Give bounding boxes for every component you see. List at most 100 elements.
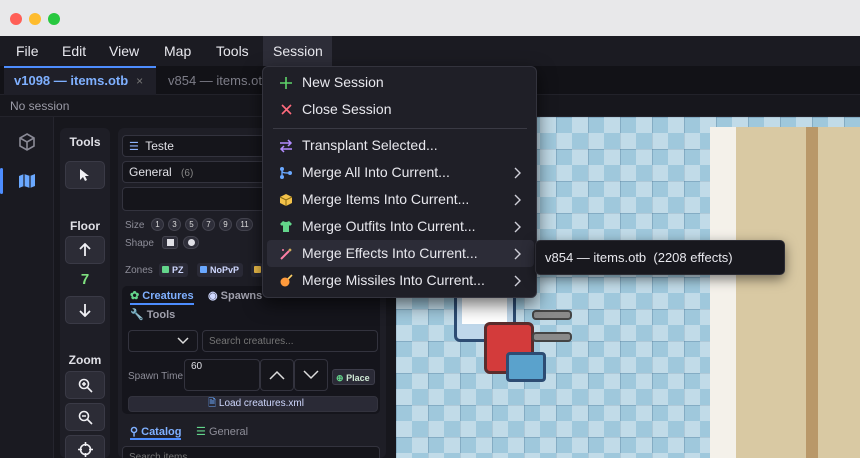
radio-icon: ◉	[208, 290, 218, 302]
size-3[interactable]: 3	[168, 218, 181, 231]
pointer-tool-button[interactable]	[65, 161, 105, 189]
search-creatures-input[interactable]	[202, 330, 378, 352]
size-1[interactable]: 1	[151, 218, 164, 231]
chevron-right-icon	[514, 267, 528, 294]
center-view-button[interactable]	[65, 435, 105, 458]
floor-down-button[interactable]	[65, 296, 105, 324]
floor-up-button[interactable]	[65, 236, 105, 264]
arrow-down-icon	[79, 304, 91, 317]
maximize-window-button[interactable]	[48, 13, 60, 25]
menu-merge-missiles[interactable]: Merge Missiles Into Current...	[267, 267, 534, 294]
magic-wand-icon	[277, 240, 295, 267]
menu-merge-all-label: Merge All Into Current...	[302, 164, 450, 180]
tab-tools-label: Tools	[146, 309, 176, 321]
file-icon: 🗎	[208, 398, 217, 409]
menu-new-session[interactable]: New Session	[267, 69, 534, 96]
palette-select-value: Teste	[145, 139, 174, 153]
tab-catalog-label: Catalog	[141, 426, 182, 438]
spawn-time-increment[interactable]	[260, 359, 294, 391]
arrow-up-icon	[79, 243, 91, 256]
zoom-out-button[interactable]	[65, 403, 105, 431]
search-items-input[interactable]	[122, 446, 380, 458]
tab-catalog[interactable]: ⚲ Catalog	[130, 425, 182, 440]
close-window-button[interactable]	[10, 13, 22, 25]
tab-creatures[interactable]: ✿ Creatures	[130, 289, 194, 305]
menu-close-session[interactable]: Close Session	[267, 96, 534, 123]
menu-transplant-label: Transplant Selected...	[302, 137, 438, 153]
creatures-subpanel: ✿ Creatures ◉ Spawns 🔧 Tools Spawn Time …	[122, 286, 380, 414]
cursor-icon	[80, 169, 89, 181]
tab-general-label: General	[208, 426, 249, 438]
app-window: File Edit View Map Tools Session v1098 —…	[0, 0, 860, 458]
spawn-time-value: 60	[191, 361, 203, 372]
tools-column: Tools Floor 7 Zoom	[60, 128, 110, 458]
menu-merge-outfits[interactable]: Merge Outfits Into Current...	[267, 213, 534, 240]
size-11[interactable]: 11	[236, 218, 253, 231]
menu-file[interactable]: File	[6, 36, 49, 66]
size-9[interactable]: 9	[219, 218, 232, 231]
size-5[interactable]: 5	[185, 218, 198, 231]
tab-general[interactable]: ☰ General	[196, 425, 248, 438]
tab-v1098[interactable]: v1098 — items.otb ×	[4, 66, 156, 95]
close-icon	[277, 96, 295, 123]
menu-session[interactable]: Session	[263, 36, 332, 66]
menu-close-session-label: Close Session	[302, 101, 392, 117]
merge-icon	[277, 159, 295, 186]
tab-tools[interactable]: 🔧 Tools	[130, 308, 175, 321]
tab-spawns[interactable]: ◉ Spawns	[208, 289, 262, 302]
menu-merge-effects[interactable]: Merge Effects Into Current...	[267, 240, 534, 267]
zone-nopvp-label: NoPvP	[210, 265, 240, 275]
map-icon[interactable]	[0, 166, 42, 196]
close-tab-icon[interactable]: ×	[136, 74, 143, 88]
minimize-window-button[interactable]	[29, 13, 41, 25]
chevron-right-icon	[514, 159, 528, 186]
plus-icon	[277, 69, 295, 96]
size-7[interactable]: 7	[202, 218, 215, 231]
load-creatures-button[interactable]: 🗎 Load creatures.xml	[128, 396, 378, 412]
tab-creatures-label: Creatures	[142, 290, 194, 302]
tab-v854[interactable]: v854 — items.otb	[158, 66, 268, 95]
floor-wood-area	[818, 127, 860, 458]
box-icon	[277, 186, 295, 213]
spawn-time-label: Spawn Time	[128, 371, 184, 382]
menu-view[interactable]: View	[99, 36, 149, 66]
zone-nopvp-button[interactable]: NoPvP	[197, 263, 244, 277]
cube-icon[interactable]	[12, 127, 42, 157]
zone-pz-label: PZ	[172, 265, 184, 275]
zone-pz-button[interactable]: PZ	[159, 263, 188, 277]
shape-circle-button[interactable]	[183, 236, 199, 249]
menu-tools[interactable]: Tools	[206, 36, 259, 66]
wall-tile	[806, 127, 818, 458]
merge-effects-submenu-item[interactable]: v854 — items.otb (2208 effects)	[535, 240, 785, 275]
tab-spawns-label: Spawns	[220, 290, 263, 302]
zones-label: Zones	[125, 265, 153, 276]
shape-square-button[interactable]	[162, 236, 178, 249]
menu-merge-effects-label: Merge Effects Into Current...	[302, 245, 478, 261]
menu-edit[interactable]: Edit	[52, 36, 96, 66]
category-select-value: General	[129, 165, 172, 179]
tab-label: v1098 — items.otb	[14, 73, 129, 88]
wall-tile	[710, 127, 736, 458]
wrench-icon: 🔧	[130, 309, 144, 321]
chevron-right-icon	[514, 240, 528, 267]
creature-type-select[interactable]	[128, 330, 198, 352]
place-button-label: Place	[346, 373, 370, 383]
zoom-in-icon	[78, 378, 93, 393]
title-bar	[0, 0, 860, 36]
tab-label: v854 — items.otb	[168, 73, 268, 88]
place-button[interactable]: ⊕ Place	[332, 369, 375, 385]
merge-effects-source-label: v854 — items.otb (2208 effects)	[545, 250, 733, 265]
zoom-in-button[interactable]	[65, 371, 105, 399]
menu-transplant-selected[interactable]: Transplant Selected...	[267, 132, 534, 159]
menu-merge-items[interactable]: Merge Items Into Current...	[267, 186, 534, 213]
tools-title: Tools	[69, 135, 101, 149]
chevron-right-icon	[514, 213, 528, 240]
floor-value: 7	[80, 271, 90, 288]
zoom-out-icon	[78, 410, 93, 425]
spawn-time-decrement[interactable]	[294, 359, 328, 391]
menu-map[interactable]: Map	[154, 36, 201, 66]
spawn-time-input[interactable]: 60	[184, 359, 260, 391]
menu-merge-missiles-label: Merge Missiles Into Current...	[302, 272, 485, 288]
zoom-title: Zoom	[68, 353, 102, 367]
menu-merge-all[interactable]: Merge All Into Current...	[267, 159, 534, 186]
